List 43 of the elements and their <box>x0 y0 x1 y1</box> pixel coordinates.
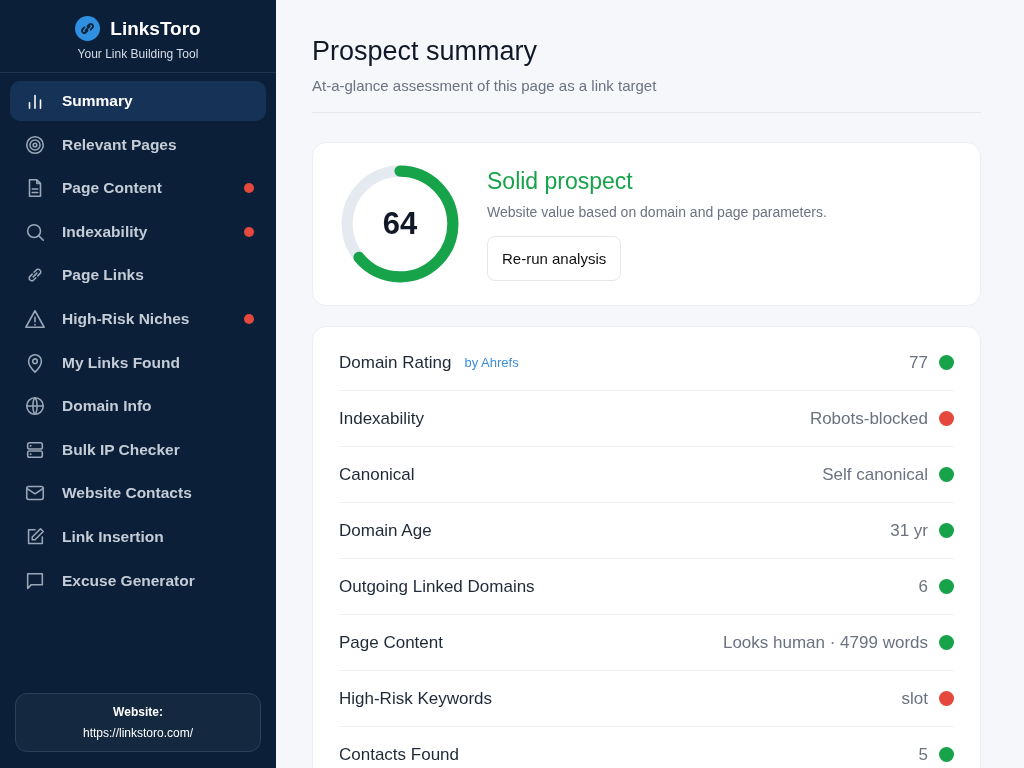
score-value: 64 <box>381 205 419 243</box>
metric-label: Canonical <box>339 464 415 485</box>
metric-value: slot <box>901 688 928 709</box>
metric-label: Indexability <box>339 408 425 429</box>
metric-label: Contacts Found <box>339 744 459 765</box>
metric-label: Page Content <box>339 632 443 653</box>
rerun-button[interactable]: Re-run analysis <box>487 235 622 281</box>
brand-tagline: Your Link Building Tool <box>77 47 199 61</box>
metric-value: Self canonical <box>822 464 928 485</box>
sidebar-item[interactable]: Indexability <box>10 211 266 252</box>
sidebar-item[interactable]: Summary <box>10 81 266 121</box>
sidebar-item[interactable]: Excuse Generator <box>10 560 266 601</box>
sidebar-item[interactable]: Domain Info <box>10 386 266 427</box>
website-url: https://linkstoro.com/ <box>82 726 193 740</box>
metric-value: 77 <box>909 352 928 373</box>
metric-label: Domain Age <box>339 520 432 541</box>
page-subtitle: At-a-glance assessment of this page as a link target <box>312 77 658 94</box>
sidebar-item[interactable]: Page Links <box>10 255 266 296</box>
metric-label: High-Risk Keywords <box>339 688 493 709</box>
logo-icon <box>75 16 101 41</box>
metric-value: 31 yr <box>890 520 928 541</box>
sidebar-item[interactable]: My Links Found <box>10 342 266 383</box>
source-link[interactable]: by Ahrefs <box>464 355 519 370</box>
sidebar-item[interactable]: Website Contacts <box>10 473 266 514</box>
verdict: Solid prospect <box>487 167 633 195</box>
page-title: Prospect summary <box>312 36 539 67</box>
sidebar-item[interactable]: Relevant Pages <box>10 124 266 165</box>
metric-value: Looks human · 4799 words <box>722 632 928 653</box>
warning-icon <box>24 307 46 330</box>
metric-label: Domain Rating <box>339 352 452 373</box>
metric-value: Robots-blocked <box>809 408 928 429</box>
sidebar-item[interactable]: Page Content <box>10 168 266 209</box>
sidebar-item[interactable]: Link Insertion <box>10 516 266 557</box>
target-icon <box>24 133 46 156</box>
metric-value: 6 <box>918 576 928 597</box>
sidebar-item[interactable]: Bulk IP Checker <box>10 429 266 470</box>
globe-icon <box>24 395 46 418</box>
score-description: Website value based on domain and page parameters. <box>487 203 827 220</box>
metric-label: Outgoing Linked Domains <box>339 576 535 597</box>
brand-name: LinksToro <box>110 17 201 40</box>
metric-value: 5 <box>918 744 928 765</box>
sidebar-item[interactable]: High-Risk Niches <box>10 298 266 339</box>
website-label: Website: <box>113 705 163 719</box>
